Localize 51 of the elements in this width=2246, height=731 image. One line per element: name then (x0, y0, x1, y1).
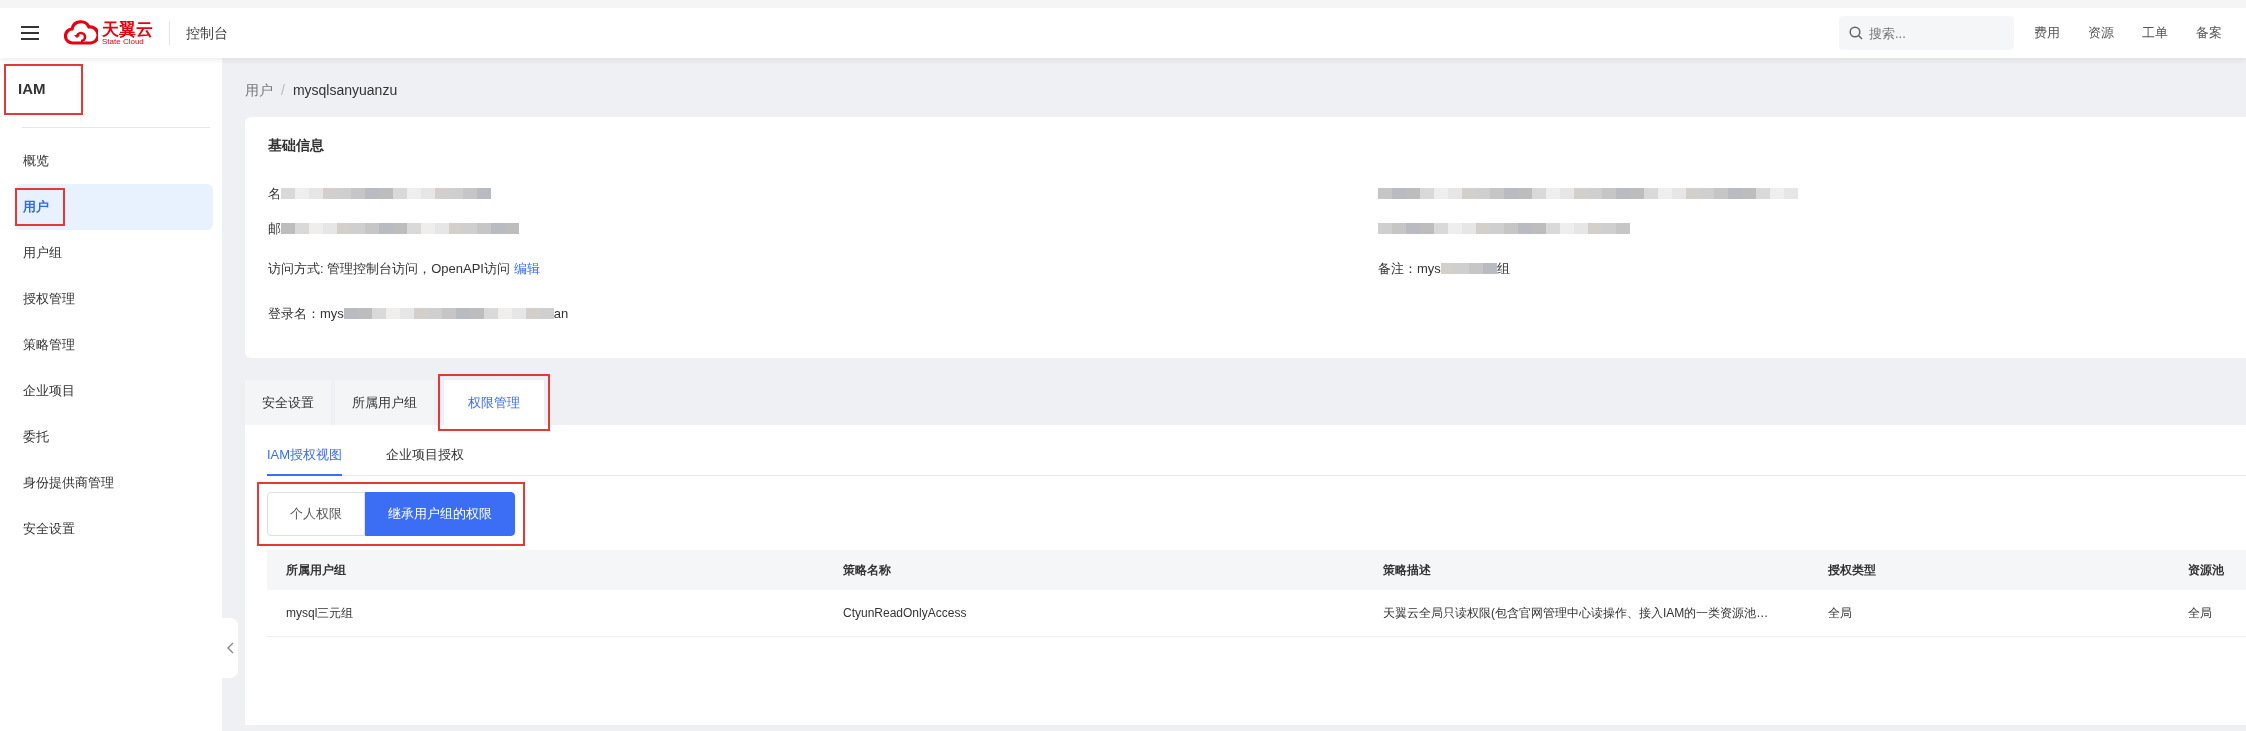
column-header: 资源池 (2169, 549, 2246, 590)
menu-icon[interactable] (20, 25, 40, 41)
section-title: 基础信息 (268, 136, 325, 155)
breadcrumb-item[interactable]: 用户 (245, 80, 273, 101)
breadcrumb-separator: / (281, 81, 285, 100)
table-cell: 全局 (2169, 589, 2246, 637)
search-field[interactable]: 搜索... (1839, 16, 2014, 50)
edit-link[interactable]: 编辑 (513, 260, 540, 276)
sidebar-item[interactable]: 委托 (15, 413, 213, 460)
field-value: 组 (1496, 259, 1510, 278)
field-label: 登录名：mys (268, 304, 344, 323)
brand-tagline: State Cloud (102, 37, 144, 46)
field-value: an (553, 304, 569, 323)
sidebar-item[interactable]: 授权管理 (15, 275, 213, 322)
nav-link[interactable]: 费用 (2034, 23, 2060, 43)
column-header: 所属用户组 (267, 549, 824, 590)
nav-link[interactable]: 资源 (2088, 23, 2114, 43)
access-text: 访问方式: 管理控制台访问，OpenAPI访问 编辑 (268, 259, 540, 278)
brand-name: 天翼云 (102, 20, 153, 38)
nav-link[interactable]: 备案 (2196, 23, 2222, 43)
field-label: 备注：mys (1378, 259, 1441, 278)
sidebar-item[interactable]: 策略管理 (15, 321, 213, 368)
sidebar-item[interactable]: 安全设置 (15, 505, 213, 552)
segment-button[interactable]: 个人权限 (267, 491, 365, 536)
tab[interactable]: 安全设置 (245, 380, 331, 425)
sidebar-item[interactable]: 用户 (15, 183, 213, 230)
nav-link[interactable]: 工单 (2142, 23, 2168, 43)
column-header: 策略描述 (1364, 549, 1809, 590)
field-label: 名 (268, 184, 281, 203)
console-title: 控制台 (186, 23, 228, 43)
table-cell: mysql三元组 (267, 589, 824, 637)
table-cell: 全局 (1809, 589, 2169, 637)
sub-tab[interactable]: 企业项目授权 (386, 445, 465, 476)
tab[interactable]: 所属用户组 (335, 380, 434, 425)
column-header: 策略名称 (824, 549, 1364, 590)
sidebar-item[interactable]: 身份提供商管理 (15, 459, 213, 506)
sidebar-item[interactable]: 概览 (15, 137, 213, 184)
breadcrumb-item: mysqlsanyuanzu (292, 81, 398, 100)
column-header: 授权类型 (1809, 549, 2169, 590)
table-cell: CtyunReadOnlyAccess (824, 589, 1364, 637)
table-cell: 天翼云全局只读权限(包含官网管理中心读操作、接入IAM的一类资源池… (1364, 589, 1809, 637)
collapse-handle[interactable] (222, 618, 238, 678)
sidebar-title: IAM (6, 66, 81, 113)
sub-tab[interactable]: IAM授权视图 (267, 445, 343, 476)
sidebar-item[interactable]: 用户组 (15, 229, 213, 276)
sidebar-item[interactable]: 企业项目 (15, 367, 213, 414)
cloud-logo-icon (64, 20, 98, 46)
tab[interactable]: 权限管理 (444, 380, 544, 425)
segment-button[interactable]: 继承用户组的权限 (365, 491, 515, 536)
field-label: 邮 (268, 219, 281, 238)
chevron-left-icon (226, 642, 234, 654)
